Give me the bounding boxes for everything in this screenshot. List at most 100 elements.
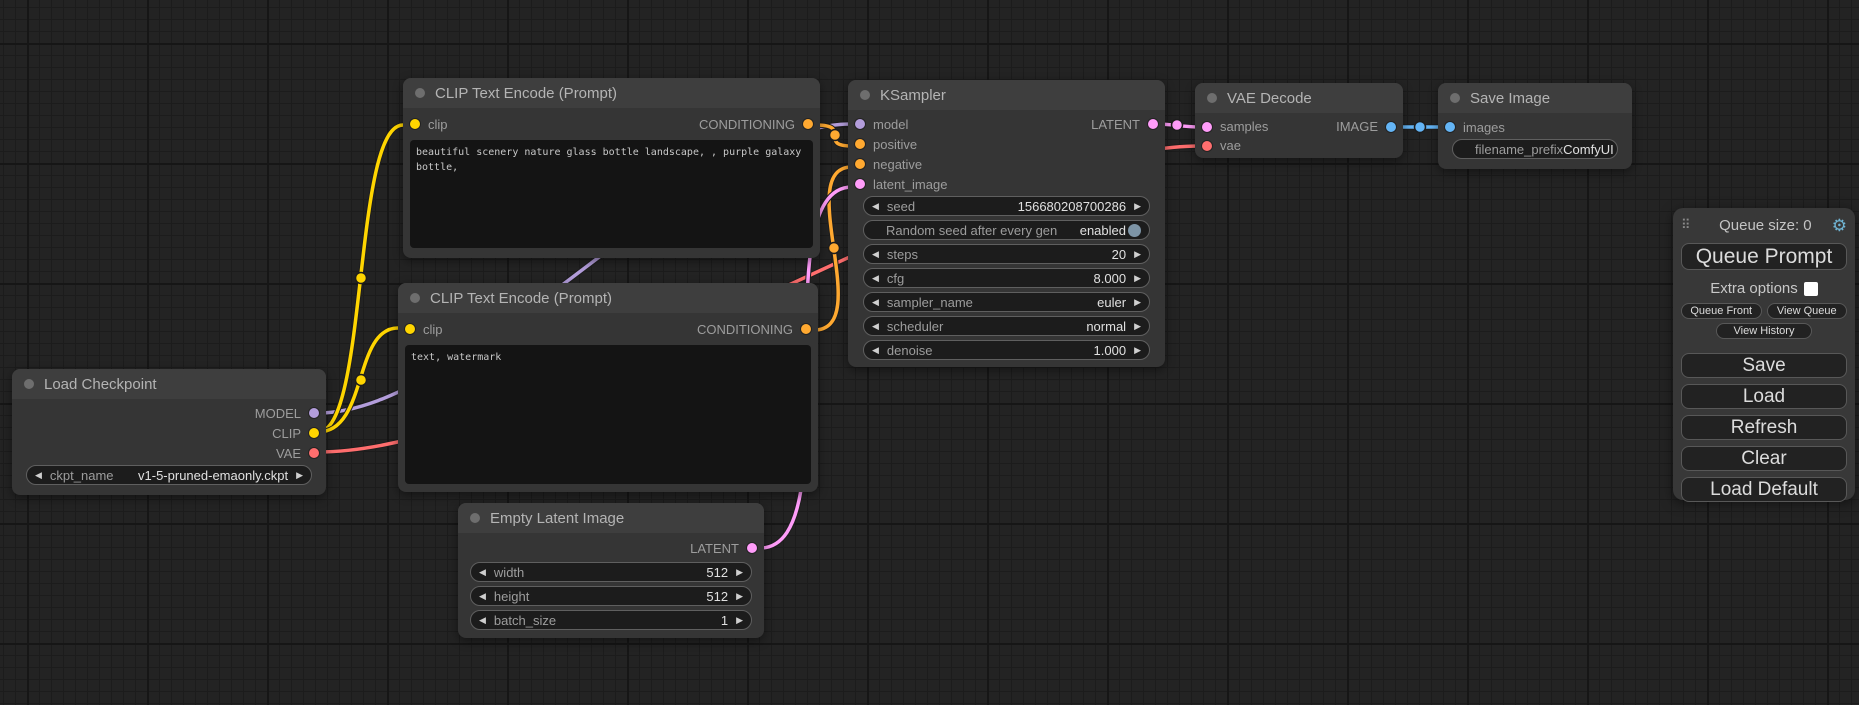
image-port-icon[interactable]: [1445, 122, 1455, 132]
collapse-dot-icon[interactable]: [415, 88, 425, 98]
widget-name: height: [494, 589, 529, 604]
output-slot-model: MODEL: [12, 403, 326, 423]
node-empty-latent-image[interactable]: Empty Latent Image LATENT ◀ width 512 ▶ …: [458, 503, 764, 638]
increment-arrow-icon[interactable]: ▶: [1134, 346, 1141, 355]
increment-arrow-icon[interactable]: ▶: [736, 592, 743, 601]
decrement-arrow-icon[interactable]: ◀: [479, 592, 486, 601]
gear-icon[interactable]: ⚙: [1832, 217, 1847, 234]
node-save-image[interactable]: Save Image images filename_prefix ComfyU…: [1438, 83, 1632, 169]
output-slot-conditioning: CONDITIONING: [692, 114, 820, 134]
extra-options-label: Extra options: [1710, 280, 1798, 297]
latent-port-icon[interactable]: [855, 179, 865, 189]
link-dot: [829, 243, 840, 254]
collapse-dot-icon[interactable]: [860, 90, 870, 100]
widget-name: steps: [887, 247, 918, 262]
increment-arrow-icon[interactable]: ▶: [1134, 322, 1141, 331]
node-title-bar[interactable]: CLIP Text Encode (Prompt): [403, 78, 820, 108]
decrement-arrow-icon[interactable]: ◀: [872, 250, 879, 259]
save-button[interactable]: Save: [1681, 353, 1847, 378]
decrement-arrow-icon[interactable]: ◀: [872, 322, 879, 331]
decrement-arrow-icon[interactable]: ◀: [479, 616, 486, 625]
link-dot: [356, 375, 367, 386]
widget-steps[interactable]: ◀ steps 20 ▶: [863, 244, 1150, 264]
node-title-bar[interactable]: CLIP Text Encode (Prompt): [398, 283, 818, 313]
node-vae-decode[interactable]: VAE Decode samples IMAGE vae: [1195, 83, 1403, 158]
load-default-button[interactable]: Load Default: [1681, 477, 1847, 502]
input-slot-negative: negative: [848, 154, 1165, 174]
drag-handle-icon[interactable]: ⠿: [1681, 217, 1699, 233]
widget-filename-prefix[interactable]: filename_prefix ComfyUI: [1452, 139, 1618, 159]
increment-arrow-icon[interactable]: ▶: [1134, 250, 1141, 259]
increment-arrow-icon[interactable]: ▶: [1134, 298, 1141, 307]
model-port-icon[interactable]: [855, 119, 865, 129]
extra-options-checkbox[interactable]: [1804, 282, 1818, 296]
clip-port-icon[interactable]: [410, 119, 420, 129]
widget-name: width: [494, 565, 524, 580]
clip-port-icon[interactable]: [405, 324, 415, 334]
widget-scheduler[interactable]: ◀ scheduler normal ▶: [863, 316, 1150, 336]
vae-port-icon[interactable]: [309, 448, 319, 458]
decrement-arrow-icon[interactable]: ◀: [479, 568, 486, 577]
increment-arrow-icon[interactable]: ▶: [296, 471, 303, 480]
latent-port-icon[interactable]: [747, 543, 757, 553]
vae-port-icon[interactable]: [1202, 141, 1212, 151]
increment-arrow-icon[interactable]: ▶: [1134, 202, 1141, 211]
decrement-arrow-icon[interactable]: ◀: [872, 346, 879, 355]
widget-seed[interactable]: ◀ seed 156680208700286 ▶: [863, 196, 1150, 216]
collapse-dot-icon[interactable]: [1450, 93, 1460, 103]
conditioning-port-icon[interactable]: [801, 324, 811, 334]
conditioning-port-icon[interactable]: [855, 159, 865, 169]
increment-arrow-icon[interactable]: ▶: [1134, 274, 1141, 283]
widget-cfg[interactable]: ◀ cfg 8.000 ▶: [863, 268, 1150, 288]
decrement-arrow-icon[interactable]: ◀: [872, 274, 879, 283]
node-title-bar[interactable]: Save Image: [1438, 83, 1632, 113]
decrement-arrow-icon[interactable]: ◀: [35, 471, 42, 480]
node-clip-text-encode-negative[interactable]: CLIP Text Encode (Prompt) clip CONDITION…: [398, 283, 818, 492]
refresh-button[interactable]: Refresh: [1681, 415, 1847, 440]
node-clip-text-encode-positive[interactable]: CLIP Text Encode (Prompt) clip CONDITION…: [403, 78, 820, 258]
collapse-dot-icon[interactable]: [410, 293, 420, 303]
node-title-bar[interactable]: VAE Decode: [1195, 83, 1403, 113]
prompt-textarea[interactable]: beautiful scenery nature glass bottle la…: [410, 140, 813, 248]
widget-batch-size[interactable]: ◀ batch_size 1 ▶: [470, 610, 752, 630]
widget-ckpt-name[interactable]: ◀ ckpt_name v1-5-pruned-emaonly.ckpt ▶: [26, 465, 312, 485]
view-queue-button[interactable]: View Queue: [1767, 303, 1848, 319]
widget-value: 512: [706, 589, 728, 604]
node-ksampler[interactable]: KSampler model positive negative latent_…: [848, 80, 1165, 367]
widget-denoise[interactable]: ◀ denoise 1.000 ▶: [863, 340, 1150, 360]
collapse-dot-icon[interactable]: [24, 379, 34, 389]
latent-port-icon[interactable]: [1148, 119, 1158, 129]
decrement-arrow-icon[interactable]: ◀: [872, 202, 879, 211]
toggle-knob-icon[interactable]: [1128, 224, 1141, 237]
node-load-checkpoint[interactable]: Load Checkpoint MODEL CLIP VAE ◀ ckpt_na…: [12, 369, 326, 495]
node-title-bar[interactable]: Empty Latent Image: [458, 503, 764, 533]
increment-arrow-icon[interactable]: ▶: [736, 616, 743, 625]
collapse-dot-icon[interactable]: [470, 513, 480, 523]
latent-port-icon[interactable]: [1202, 122, 1212, 132]
input-slot-vae: vae: [1195, 136, 1403, 155]
conditioning-port-icon[interactable]: [855, 139, 865, 149]
clear-button[interactable]: Clear: [1681, 446, 1847, 471]
model-port-icon[interactable]: [309, 408, 319, 418]
view-history-button[interactable]: View History: [1716, 323, 1812, 339]
widget-random-seed-toggle[interactable]: Random seed after every gen enabled: [863, 220, 1150, 240]
widget-value: 1.000: [1094, 343, 1127, 358]
node-title-bar[interactable]: Load Checkpoint: [12, 369, 326, 399]
node-graph-canvas[interactable]: Load Checkpoint MODEL CLIP VAE ◀ ckpt_na…: [0, 0, 1859, 705]
widget-sampler-name[interactable]: ◀ sampler_name euler ▶: [863, 292, 1150, 312]
slot-label: clip: [423, 322, 443, 337]
decrement-arrow-icon[interactable]: ◀: [872, 298, 879, 307]
load-button[interactable]: Load: [1681, 384, 1847, 409]
prompt-textarea[interactable]: text, watermark: [405, 345, 811, 484]
collapse-dot-icon[interactable]: [1207, 93, 1217, 103]
slot-label: CLIP: [272, 426, 301, 441]
node-title-bar[interactable]: KSampler: [848, 80, 1165, 110]
image-port-icon[interactable]: [1386, 122, 1396, 132]
queue-prompt-button[interactable]: Queue Prompt: [1681, 243, 1847, 270]
conditioning-port-icon[interactable]: [803, 119, 813, 129]
widget-height[interactable]: ◀ height 512 ▶: [470, 586, 752, 606]
queue-front-button[interactable]: Queue Front: [1681, 303, 1762, 319]
increment-arrow-icon[interactable]: ▶: [736, 568, 743, 577]
widget-width[interactable]: ◀ width 512 ▶: [470, 562, 752, 582]
clip-port-icon[interactable]: [309, 428, 319, 438]
